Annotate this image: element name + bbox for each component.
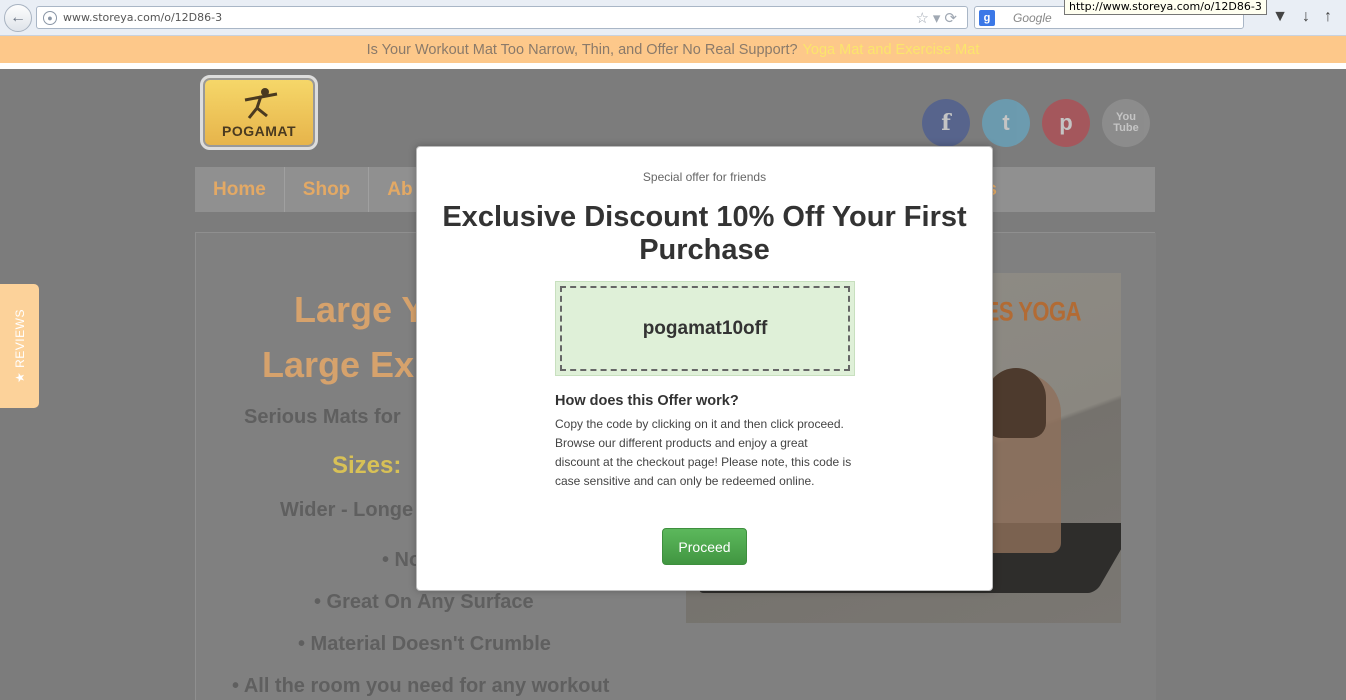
nav-home[interactable]: Home (195, 167, 285, 212)
nav-right-item[interactable]: s (968, 167, 1155, 212)
nav-shop[interactable]: Shop (285, 167, 370, 212)
logo-text: POGAMAT (221, 123, 296, 139)
search-placeholder: Google (1013, 10, 1052, 25)
coupon-box[interactable]: pogamat10off (555, 281, 855, 376)
modal-title: Exclusive Discount 10% Off Your First Pu… (442, 201, 967, 266)
search-engine-icon[interactable]: g (979, 9, 995, 26)
yoga-figure-icon (244, 88, 278, 119)
youtube-label-2: Tube (1113, 122, 1139, 134)
reviews-tab[interactable]: ★ REVIEWS (0, 284, 39, 408)
browser-toolbar: ← ● www.storeya.com/o/12D86-3 ☆▾⟳ g Goog… (0, 0, 1346, 36)
download-icon[interactable]: ▼↓↑ (1272, 8, 1346, 26)
headline-line-1: Large Y (294, 289, 426, 330)
url-text: www.storeya.com/o/12D86-3 (63, 11, 223, 24)
feature-bullet: • Material Doesn't Crumble (298, 633, 551, 655)
proceed-button[interactable]: Proceed (662, 528, 747, 565)
how-it-works-text: Copy the code by clicking on it and then… (555, 417, 852, 488)
feature-bullet: • Great On Any Surface (314, 591, 534, 613)
feature-bullet: • All the room you need for any workout (232, 675, 610, 697)
reviews-tab-label: ★ REVIEWS (12, 309, 27, 383)
modal-pretitle: Special offer for friends (642, 170, 767, 184)
headline-line-2: Large Ex (262, 344, 415, 385)
url-tooltip: http://www.storeya.com/o/12D86-3 (1064, 0, 1267, 15)
wider-text: Wider - Longe (280, 499, 414, 521)
announcement-link[interactable]: Yoga Mat and Exercise Mat (803, 42, 980, 58)
arrow-left-icon: ← (10, 9, 26, 26)
bookmark-star-icon[interactable]: ☆▾⟳ (915, 9, 961, 27)
address-bar[interactable]: ● www.storeya.com/o/12D86-3 ☆▾⟳ (36, 6, 968, 29)
globe-icon: ● (43, 10, 57, 25)
person-hair-shape (986, 368, 1046, 438)
coupon-code[interactable]: pogamat10off (560, 286, 850, 371)
social-links: f t p You Tube (922, 99, 1150, 147)
how-it-works-title: How does this Offer work? (555, 393, 739, 409)
store-logo[interactable]: POGAMAT (200, 75, 318, 150)
facebook-icon[interactable]: f (922, 99, 970, 147)
twitter-icon[interactable]: t (982, 99, 1030, 147)
offer-modal: Special offer for friends Exclusive Disc… (416, 146, 993, 591)
sizes-label: Sizes: (332, 452, 402, 479)
subheadline: Serious Mats for (244, 406, 401, 428)
back-button[interactable]: ← (4, 4, 32, 32)
youtube-icon[interactable]: You Tube (1102, 99, 1150, 147)
announcement-text: Is Your Workout Mat Too Narrow, Thin, an… (366, 41, 798, 58)
announcement-bar: Is Your Workout Mat Too Narrow, Thin, an… (0, 36, 1346, 66)
pinterest-icon[interactable]: p (1042, 99, 1090, 147)
